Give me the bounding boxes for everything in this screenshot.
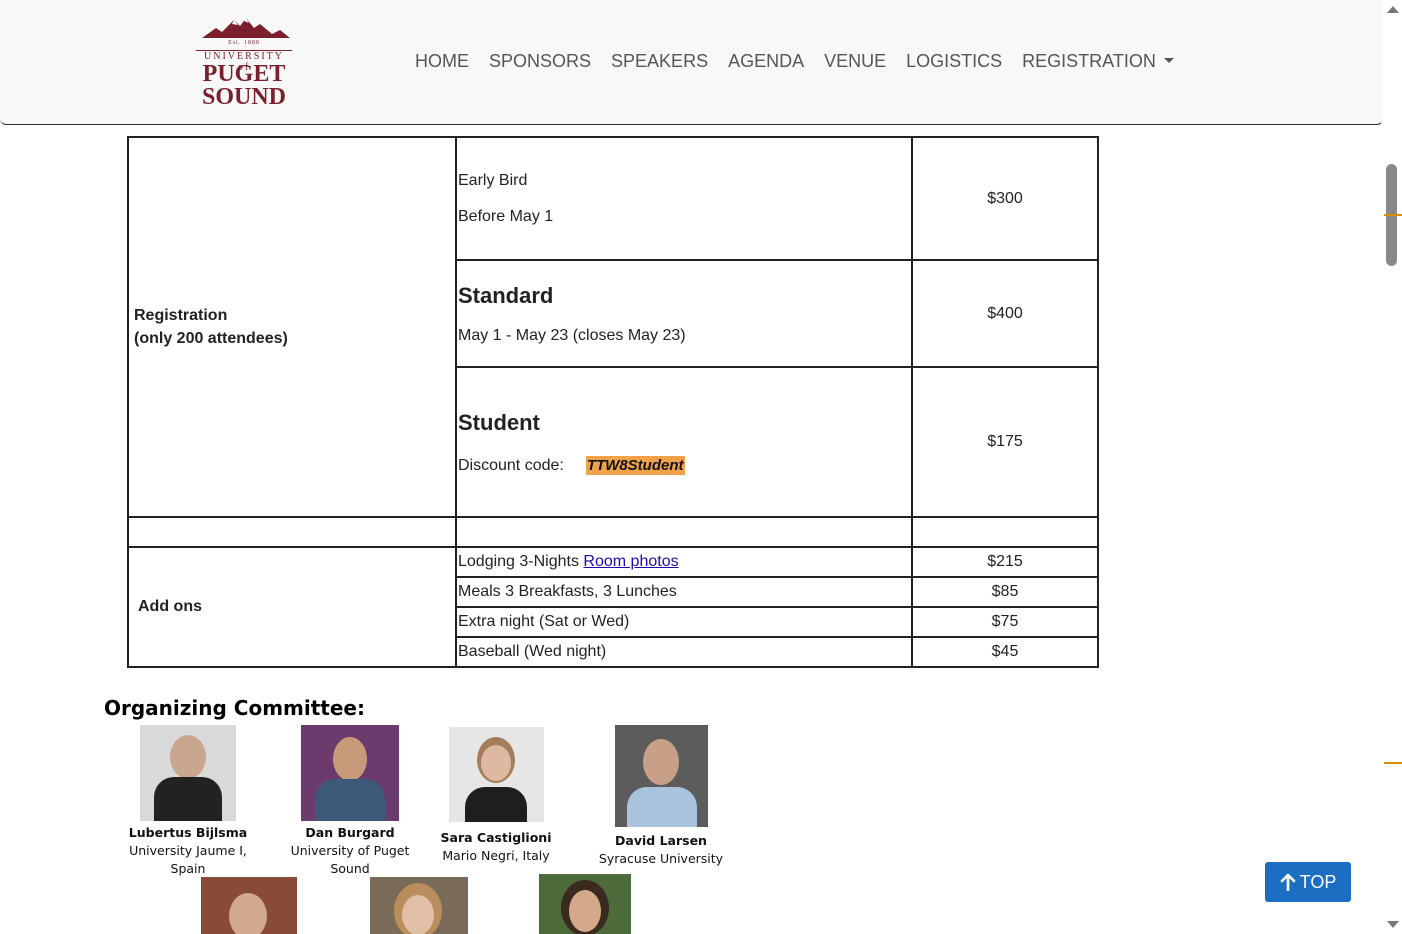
member-card: David Larsen Syracuse University [594,725,728,868]
member-photo [539,874,631,934]
mountain-icon [202,18,290,38]
member-photo [370,877,468,934]
member-photo [448,727,544,822]
scroll-marker [1384,214,1402,216]
committee-title: Organizing Committee: [104,696,365,720]
nav-speakers[interactable]: SPEAKERS [601,50,718,72]
discount-code: TTW8Student [585,455,685,475]
member-name: Sara Castiglioni [440,830,552,845]
nav-logistics[interactable]: LOGISTICS [896,50,1012,72]
arrow-up-icon [1280,873,1295,891]
member-affiliation: University of Puget Sound [290,843,410,876]
addon-row: Add ons Lodging 3-Nights Room photos $21… [127,546,1099,668]
addon-price: $215 [911,546,1099,578]
nav-home[interactable]: HOME [405,50,479,72]
tier-subtitle: Before May 1 [458,207,554,225]
addon-price: $75 [911,606,1099,638]
registration-capacity: (only 200 attendees) [134,330,288,347]
addon-desc-text: Lodging 3-Nights [458,553,584,570]
addon-price: $45 [911,636,1099,668]
nav-registration-label: REGISTRATION [1022,51,1156,71]
member-name: Dan Burgard [305,825,395,840]
back-to-top-button[interactable]: TOP [1265,862,1351,902]
university-logo[interactable]: Est. 1888 UNIVERSITY of PUGET SOUND [196,16,296,110]
addon-desc: Extra night (Sat or Wed) [455,606,913,638]
tier-price: $300 [911,136,1099,261]
member-card: Sara Castiglioni Mario Negri, Italy [436,727,556,865]
member-photo [301,725,399,821]
tier-subtitle: May 1 - May 23 (closes May 23) [458,326,686,344]
nav-sponsors[interactable]: SPONSORS [479,50,601,72]
member-photo [201,877,297,934]
nav-registration[interactable]: REGISTRATION [1012,50,1184,72]
tier-standard: Standard May 1 - May 23 (closes May 23) [455,259,913,368]
tier-row-early-bird: Registration (only 200 attendees) Early … [127,136,1099,518]
main-nav: HOME SPONSORS SPEAKERS AGENDA VENUE LOGI… [405,50,1184,72]
caret-down-icon [1163,58,1174,64]
addon-desc: Baseball (Wed night) [455,636,913,668]
logo-sound: SOUND [201,84,286,110]
tier-price: $175 [911,366,1099,518]
member-affiliation: Mario Negri, Italy [442,848,550,863]
nav-agenda[interactable]: AGENDA [718,50,814,72]
page-scrollbar[interactable] [1382,0,1402,934]
member-photo [614,725,708,827]
addon-desc: Meals 3 Breakfasts, 3 Lunches [455,576,913,608]
tier-student: Student Discount code: TTW8Student [455,366,913,518]
spacer-row [127,516,1099,548]
pricing-table: Registration (only 200 attendees) Early … [127,136,1099,668]
scroll-marker [1384,762,1402,764]
member-card: Lubertus Bijlsma University Jaume I, Spa… [110,725,266,878]
tier-title: Student [458,409,540,435]
scroll-up-icon[interactable] [1387,6,1399,13]
addon-desc: Lodging 3-Nights Room photos [455,546,913,578]
tier-title: Early Bird [458,171,528,189]
tier-title: Standard [458,282,554,308]
tier-price: $400 [911,259,1099,368]
addons-label: Add ons [127,546,457,668]
scroll-down-icon[interactable] [1387,921,1399,928]
registration-label: Registration [134,307,228,324]
tier-early-bird: Early Bird Before May 1 [455,136,913,261]
registration-label-cell: Registration (only 200 attendees) [127,136,457,518]
navbar: Est. 1888 UNIVERSITY of PUGET SOUND HOME… [0,0,1383,125]
member-name: Lubertus Bijlsma [128,825,248,840]
addon-price: $85 [911,576,1099,608]
logo-puget: PUGET [202,61,286,87]
member-photo [140,725,236,821]
member-affiliation: Syracuse University [598,851,724,866]
tier-subtitle: Discount code: [458,456,564,474]
member-affiliation: University Jaume I, Spain [129,843,247,876]
room-photos-link[interactable]: Room photos [583,553,678,570]
nav-venue[interactable]: VENUE [814,50,896,72]
back-to-top-label: TOP [1299,871,1337,892]
member-card: Dan Burgard University of Puget Sound [270,725,430,878]
member-name: David Larsen [615,833,707,848]
logo-est: Est. 1888 [228,40,260,46]
